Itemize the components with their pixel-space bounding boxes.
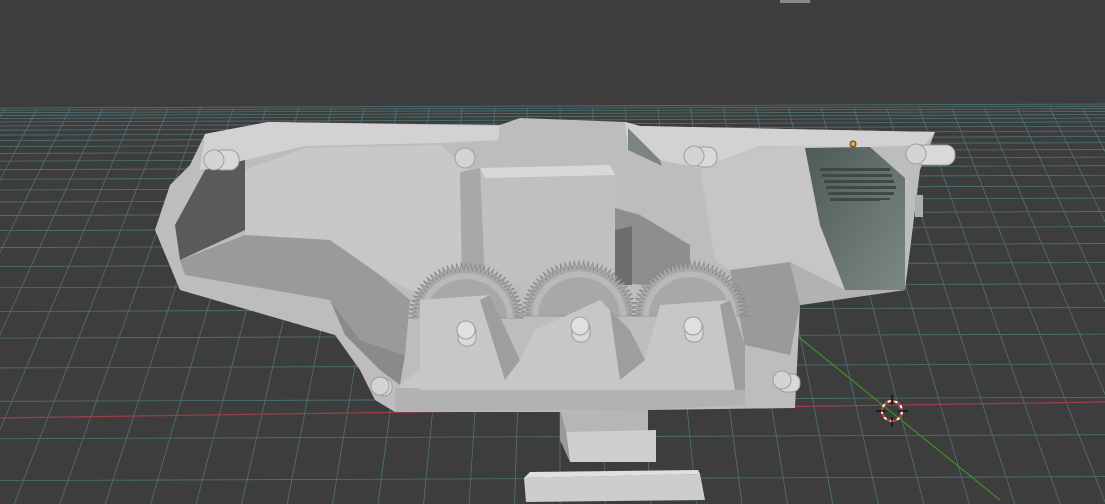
offscreen-object-edge bbox=[780, 0, 810, 3]
gear-shaft-cap bbox=[570, 316, 590, 336]
gear-shaft-cap bbox=[456, 320, 476, 340]
grid-line bbox=[0, 107, 71, 254]
grid-line bbox=[1049, 107, 1105, 223]
grid-line bbox=[0, 107, 38, 182]
viewport-canvas[interactable] bbox=[0, 0, 1105, 504]
peg-top-left bbox=[203, 149, 240, 171]
peg-top-right bbox=[905, 143, 956, 166]
grid-line bbox=[951, 107, 1105, 504]
y-axis-line bbox=[789, 329, 1001, 501]
peg-top-mid-right bbox=[683, 145, 718, 168]
grid-line bbox=[0, 107, 104, 336]
peg-top-mid-left bbox=[454, 147, 476, 169]
peg-bottom-left bbox=[370, 376, 393, 397]
grid-line bbox=[0, 107, 6, 118]
grid-line bbox=[1082, 107, 1105, 153]
3d-viewport[interactable] bbox=[0, 0, 1105, 504]
gear-train bbox=[407, 259, 749, 390]
object-origin-dot bbox=[849, 140, 857, 148]
grid-line bbox=[0, 434, 1105, 440]
grid-line bbox=[984, 107, 1105, 396]
grid-line bbox=[1016, 107, 1105, 303]
grid-line bbox=[0, 107, 136, 431]
mount-block-upper[interactable] bbox=[560, 408, 656, 462]
mount-block-lower[interactable] bbox=[524, 470, 705, 502]
grid-line bbox=[13, 107, 169, 504]
gear-shaft-cap bbox=[683, 316, 703, 336]
